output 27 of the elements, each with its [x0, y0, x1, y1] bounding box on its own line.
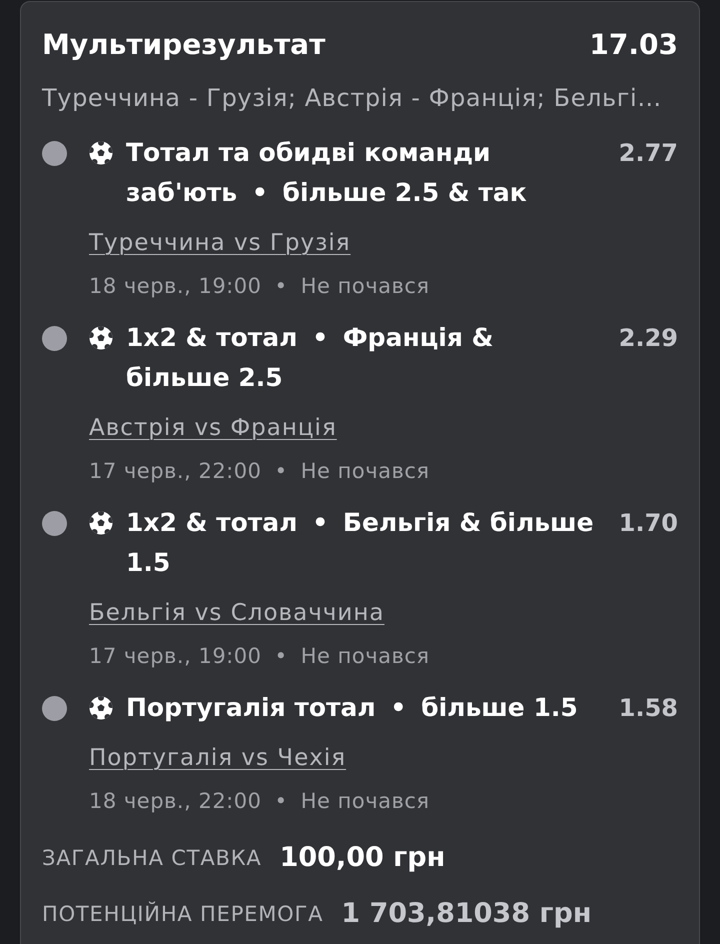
soccer-ball-icon: [89, 326, 113, 350]
odds-value: 1.58: [618, 693, 678, 724]
bet-description: Тотал та обидві команди заб'ють • більше 2.5 & так: [126, 137, 528, 209]
match-info: 18 черв., 22:00 • Не почався: [89, 788, 430, 815]
match-info: 18 черв., 19:00 • Не почався: [89, 273, 430, 300]
bet-description: 1x2 & тотал • Бельгія & більше 1.5: [126, 507, 595, 579]
match-link[interactable]: Туреччина vs Грузія: [89, 228, 351, 258]
bet-description: 1x2 & тотал • Франція & більше 2.5: [126, 322, 494, 394]
summary-value: 1 703,81038 грн: [341, 897, 592, 931]
summary-value: 100,00 грн: [280, 841, 446, 875]
match-link[interactable]: Австрія vs Франція: [89, 413, 337, 443]
match-info: 17 черв., 22:00 • Не почався: [89, 458, 430, 485]
events-summary: Туреччина - Грузія; Австрія - Франція; Бельгі…: [42, 83, 662, 113]
summary-label: ПОТЕНЦІЙНА ПЕРЕМОГА: [42, 900, 324, 928]
odds-value: 2.77: [618, 138, 678, 169]
soccer-ball-icon: [89, 696, 113, 720]
odds-value: 1.70: [618, 508, 678, 539]
match-link[interactable]: Бельгія vs Словаччина: [89, 598, 384, 628]
summary-label: ЗАГАЛЬНА СТАВКА: [42, 845, 262, 872]
match-link[interactable]: Португалія vs Чехія: [89, 743, 346, 773]
match-info: 17 черв., 19:00 • Не почався: [89, 643, 430, 670]
soccer-ball-icon: [89, 511, 113, 535]
total-odds: 17.03: [589, 27, 678, 63]
odds-value: 2.29: [618, 323, 678, 354]
soccer-ball-icon: [89, 141, 113, 165]
bet-description: Португалія тотал • більше 1.5: [126, 692, 578, 724]
bet-type-title: Мультирезультат: [42, 27, 326, 63]
